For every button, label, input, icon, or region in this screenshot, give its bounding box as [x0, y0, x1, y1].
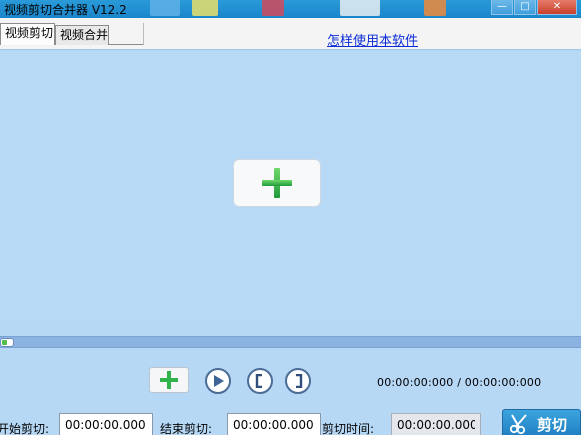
desktop-background-fragment — [262, 0, 284, 16]
plus-icon — [160, 371, 178, 389]
seek-handle[interactable] — [0, 338, 14, 347]
tab-video-cut[interactable]: 视频剪切 — [0, 23, 55, 45]
time-display: 00:00:00:000 / 00:00:00:000 — [377, 376, 542, 389]
set-start-button[interactable] — [247, 368, 273, 394]
scissors-icon — [509, 414, 527, 435]
end-cut-field[interactable] — [227, 413, 321, 435]
tab-divider — [143, 23, 144, 45]
bracket-left-icon — [255, 374, 262, 388]
duration-field — [391, 413, 481, 435]
duration-label: 剪切时间: — [322, 422, 375, 435]
title-bar[interactable]: 视频剪切合并器 V12.2 — □ ✕ — [0, 0, 581, 18]
cut-button-label: 剪切 — [537, 415, 568, 434]
desktop-background-fragment — [192, 0, 218, 16]
tab-bar: 视频剪切 视频合并 怎样使用本软件 — [0, 18, 581, 50]
open-video-button[interactable] — [233, 159, 321, 207]
tab-underline — [109, 44, 144, 45]
play-icon — [214, 375, 224, 387]
play-button[interactable] — [205, 368, 231, 394]
bracket-right-icon — [296, 374, 303, 388]
video-preview-area[interactable] — [0, 51, 581, 326]
start-cut-label: 开始剪切: — [0, 422, 50, 435]
cut-button[interactable]: 剪切 — [502, 409, 581, 435]
help-link[interactable]: 怎样使用本软件 — [327, 30, 418, 49]
desktop-background-fragment — [424, 0, 446, 16]
desktop-background-fragment — [150, 0, 180, 16]
desktop-background-fragment — [340, 0, 380, 16]
set-end-button[interactable] — [285, 368, 311, 394]
maximize-button[interactable]: □ — [514, 0, 536, 15]
end-cut-label: 结束剪切: — [160, 422, 213, 435]
plus-icon — [262, 168, 292, 198]
seek-fill — [2, 340, 7, 345]
window-title: 视频剪切合并器 V12.2 — [4, 3, 127, 17]
close-button[interactable]: ✕ — [537, 0, 577, 15]
add-video-button[interactable] — [149, 367, 189, 393]
start-cut-field[interactable] — [59, 413, 153, 435]
tab-video-merge[interactable]: 视频合并 — [55, 25, 109, 45]
seek-bar[interactable] — [0, 336, 581, 348]
minimize-button[interactable]: — — [491, 0, 513, 15]
